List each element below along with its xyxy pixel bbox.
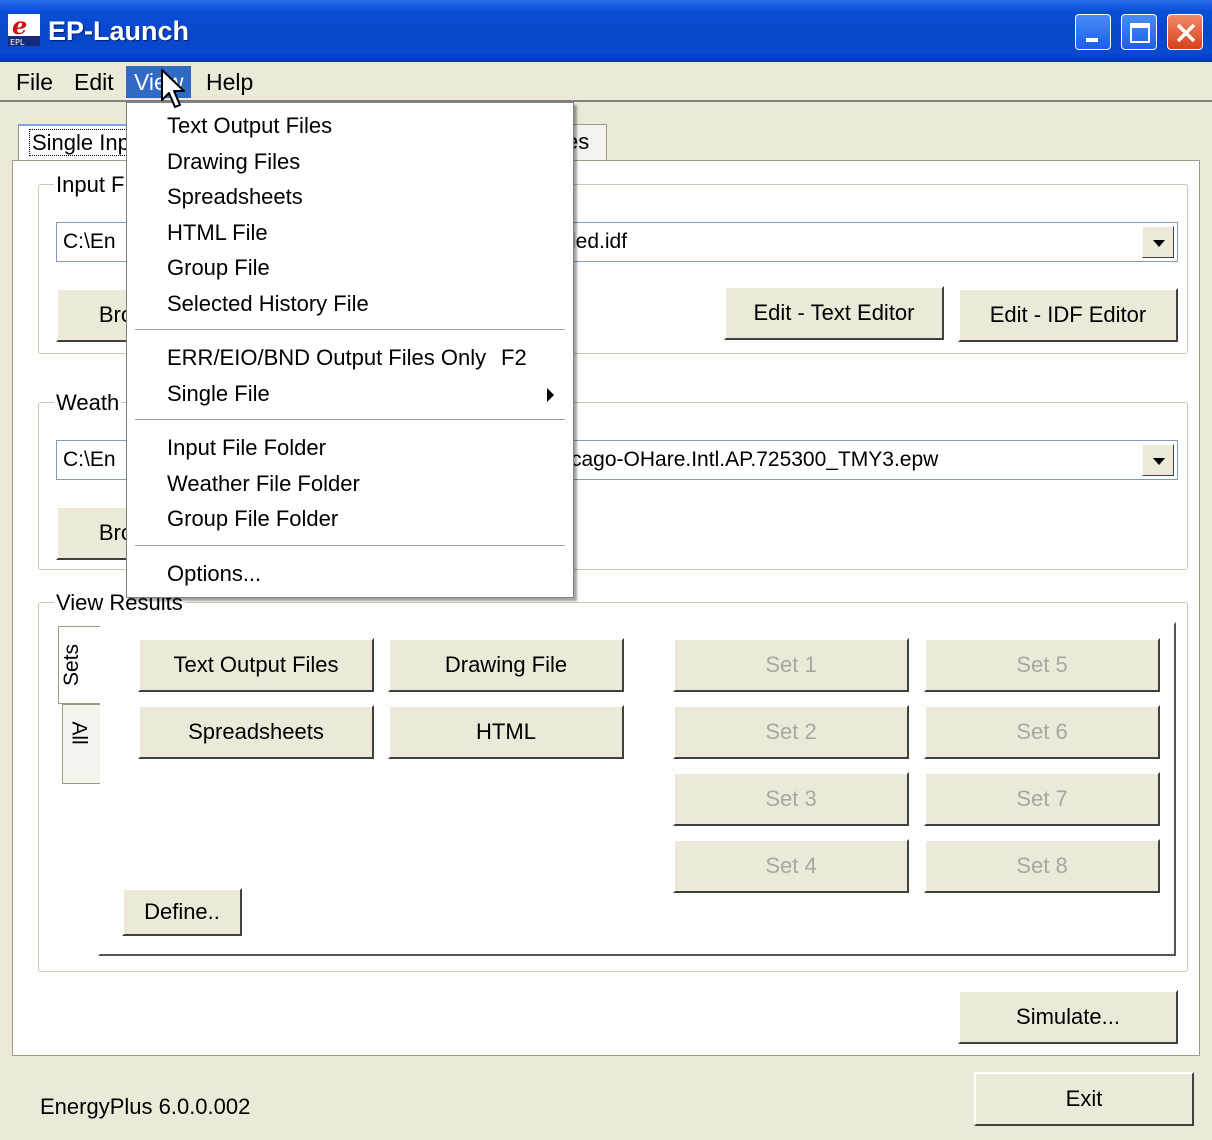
submenu-arrow-icon: [545, 385, 557, 405]
tab-single-input-label: Single Inp: [29, 129, 133, 156]
text-output-files-button[interactable]: Text Output Files: [138, 638, 374, 692]
menu-item-err-eio-bnd[interactable]: ERR/EIO/BND Output Files Only: [167, 345, 486, 371]
set-4-button[interactable]: Set 4: [673, 839, 909, 893]
set-6-button[interactable]: Set 6: [924, 705, 1160, 759]
svg-text:EPL: EPL: [10, 38, 25, 46]
energyplus-app-icon[interactable]: e EPL: [8, 11, 40, 47]
menu-file[interactable]: File: [8, 66, 61, 98]
menu-item-html-file[interactable]: HTML File: [167, 220, 268, 246]
version-label: EnergyPlus 6.0.0.002: [40, 1094, 251, 1119]
menu-item-weather-file-folder[interactable]: Weather File Folder: [167, 471, 360, 497]
set-3-button[interactable]: Set 3: [673, 772, 909, 826]
input-file-group-label: Input F: [54, 172, 127, 198]
weather-file-path-tail: cago-OHare.Intl.AP.725300_TMY3.epw: [571, 448, 939, 471]
set-1-button[interactable]: Set 1: [673, 638, 909, 692]
title-bar[interactable]: e EPL EP-Launch: [0, 0, 1212, 62]
tab-sets[interactable]: Sets: [58, 626, 100, 704]
menu-item-single-file[interactable]: Single File: [167, 381, 270, 407]
chevron-down-icon: [1153, 240, 1165, 247]
chevron-down-icon: [1153, 458, 1165, 465]
view-menu-dropdown: Text Output Files Drawing Files Spreadsh…: [126, 102, 574, 598]
define-button[interactable]: Define..: [122, 888, 242, 936]
tab-single-input[interactable]: Single Inp: [18, 124, 143, 162]
menu-separator: [135, 419, 565, 420]
menu-separator: [135, 329, 565, 330]
input-file-path: C:\En: [63, 230, 116, 253]
tab-all[interactable]: All: [62, 704, 100, 784]
tab-sets-label: Sets: [60, 643, 84, 687]
menu-item-input-file-folder[interactable]: Input File Folder: [167, 435, 326, 461]
close-button[interactable]: [1167, 14, 1203, 50]
mouse-cursor-icon: [160, 68, 190, 112]
weather-file-dropdown-button[interactable]: [1142, 444, 1174, 476]
edit-text-editor-button[interactable]: Edit - Text Editor: [724, 286, 944, 340]
minimize-button[interactable]: [1075, 14, 1111, 50]
tab-all-label: All: [67, 721, 91, 745]
exit-button[interactable]: Exit: [974, 1072, 1194, 1126]
maximize-button[interactable]: [1121, 14, 1157, 50]
menu-item-options[interactable]: Options...: [167, 561, 261, 587]
weather-file-group-label: Weath: [54, 390, 122, 416]
menu-item-group-file[interactable]: Group File: [167, 255, 270, 281]
menu-item-spreadsheets[interactable]: Spreadsheets: [167, 184, 303, 210]
edit-idf-editor-button[interactable]: Edit - IDF Editor: [958, 288, 1178, 342]
weather-file-path: C:\En: [63, 448, 116, 471]
input-file-dropdown-button[interactable]: [1142, 226, 1174, 258]
menu-separator: [135, 545, 565, 546]
menu-shortcut-f2: F2: [501, 345, 527, 370]
set-5-button[interactable]: Set 5: [924, 638, 1160, 692]
menu-item-selected-history-file[interactable]: Selected History File: [167, 291, 369, 317]
menu-edit[interactable]: Edit: [66, 66, 122, 98]
set-2-button[interactable]: Set 2: [673, 705, 909, 759]
window-title: EP-Launch: [48, 16, 190, 46]
menu-help[interactable]: Help: [198, 66, 261, 98]
menu-item-text-output-files[interactable]: Text Output Files: [167, 113, 332, 139]
set-8-button[interactable]: Set 8: [924, 839, 1160, 893]
menu-item-group-file-folder[interactable]: Group File Folder: [167, 506, 338, 532]
spreadsheets-button[interactable]: Spreadsheets: [138, 705, 374, 759]
set-7-button[interactable]: Set 7: [924, 772, 1160, 826]
html-button[interactable]: HTML: [388, 705, 624, 759]
input-file-path-tail: led.idf: [571, 230, 628, 253]
menu-item-drawing-files[interactable]: Drawing Files: [167, 149, 300, 175]
drawing-file-button[interactable]: Drawing File: [388, 638, 624, 692]
simulate-button[interactable]: Simulate...: [958, 990, 1178, 1044]
